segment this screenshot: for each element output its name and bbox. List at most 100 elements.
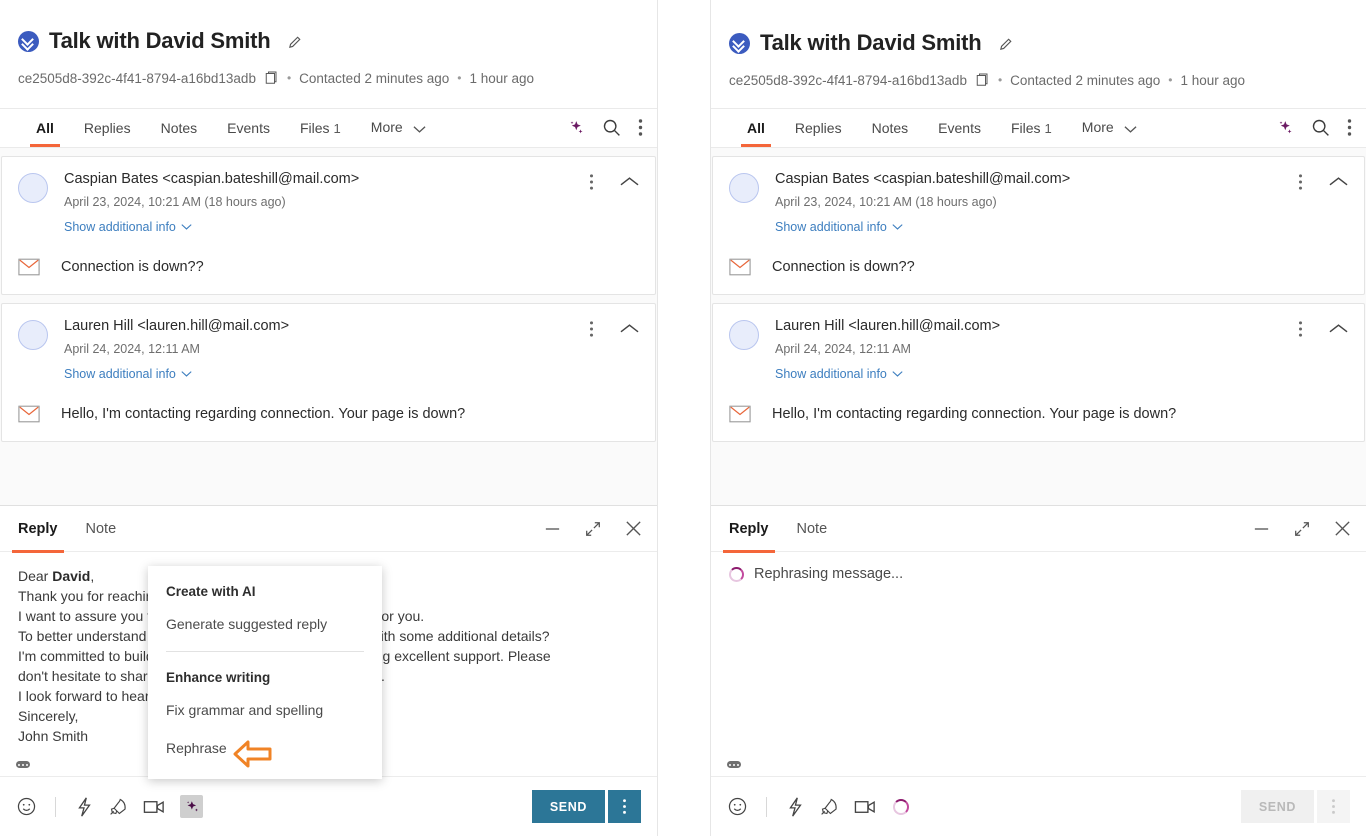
chevron-up-icon[interactable] [1329,176,1348,188]
show-additional-info-link[interactable]: Show additional info [775,367,903,381]
message-sender: Caspian Bates <caspian.bateshill@mail.co… [64,171,360,187]
resize-grip-handle[interactable] [16,761,30,768]
tab-files[interactable]: Files 1 [300,120,341,146]
tab-files[interactable]: Files 1 [1011,120,1052,146]
tab-notes[interactable]: Notes [872,120,909,146]
kebab-menu-icon[interactable] [1298,173,1303,191]
composer-tool-icons-left [16,795,203,818]
tab-files-badge: 1 [333,121,341,136]
tab-all[interactable]: All [30,120,60,147]
conversation-id: ce2505d8-392c-4f41-8794-a16bd13adb [729,72,967,88]
contacted-status: Contacted 2 minutes ago [1010,72,1161,88]
message-head: Caspian Bates <caspian.bateshill@mail.co… [48,171,589,236]
tab-all[interactable]: All [741,120,771,147]
ai-sparkle-icon[interactable] [1275,118,1294,137]
composer-tab-note[interactable]: Note [86,506,117,552]
show-additional-info-link[interactable]: Show additional info [64,220,192,234]
tab-notes[interactable]: Notes [161,120,198,146]
copy-icon[interactable] [975,72,990,88]
pencil-icon[interactable] [998,35,1015,52]
tab-events[interactable]: Events [227,120,270,146]
emoji-icon[interactable] [727,796,748,817]
chevron-up-icon[interactable] [620,323,639,335]
meta-separator-2: • [457,71,462,85]
tab-more[interactable]: More [1082,119,1137,146]
message-thread-right[interactable]: Caspian Bates <caspian.bateshill@mail.co… [711,148,1366,505]
close-icon[interactable] [1333,519,1352,538]
pencil-icon[interactable] [287,33,304,50]
message-sender: Caspian Bates <caspian.bateshill@mail.co… [775,171,1071,187]
double-chevron-down-icon [18,30,39,52]
message-text: Connection is down?? [772,259,915,275]
last-activity: 1 hour ago [1180,72,1246,88]
title-row: Talk with David Smith [729,30,1348,56]
message-text: Hello, I'm contacting regarding connecti… [61,406,466,422]
tab-replies[interactable]: Replies [795,120,842,146]
resize-grip-handle[interactable] [727,761,741,768]
video-camera-icon[interactable] [854,798,877,816]
chevron-down-icon [181,220,192,234]
message-head: Lauren Hill <lauren.hill@mail.com> April… [759,318,1298,383]
meta-separator-1: • [997,73,1003,87]
show-additional-info-link[interactable]: Show additional info [64,367,192,381]
message-card: Caspian Bates <caspian.bateshill@mail.co… [712,156,1365,295]
conversation-header-left: Talk with David Smith ce2505d8-392c-4f41… [0,0,657,86]
message-header: Caspian Bates <caspian.bateshill@mail.co… [18,171,639,236]
tabs-actions-right [1275,117,1352,140]
chevron-up-icon[interactable] [1329,323,1348,335]
tab-events-label: Events [227,120,270,136]
show-additional-info-link[interactable]: Show additional info [775,220,903,234]
emoji-icon[interactable] [16,796,37,817]
minimize-icon[interactable] [1252,522,1271,536]
rocket-icon[interactable] [108,796,129,817]
reply-draft-body-right[interactable]: Rephrasing message... [711,552,1366,776]
lightning-bolt-icon[interactable] [74,796,94,818]
kebab-menu-icon[interactable] [638,118,643,137]
composer-window-controls-left [543,519,643,538]
spinner-icon [729,566,744,582]
composer-tab-reply[interactable]: Reply [723,506,774,553]
video-camera-icon[interactable] [143,798,166,816]
ai-sparkle-icon[interactable] [566,118,585,137]
message-head: Lauren Hill <lauren.hill@mail.com> April… [48,318,589,383]
conversation-panel-right: Talk with David Smith ce2505d8-392c-4f41… [710,0,1366,836]
reply-composer-right: Reply Note Rephrasing message... SEND [711,505,1366,836]
message-date: April 24, 2024, 12:11 AM [775,342,911,356]
expand-icon[interactable] [1293,520,1311,538]
composer-tab-reply[interactable]: Reply [12,506,63,553]
ai-menu-section-enhance: Enhance writing [166,670,271,685]
message-date: April 24, 2024, 12:11 AM [64,342,200,356]
kebab-menu-icon[interactable] [1298,320,1303,338]
search-icon[interactable] [1310,117,1331,138]
close-icon[interactable] [624,519,643,538]
message-text: Hello, I'm contacting regarding connecti… [772,406,1177,422]
envelope-icon [729,258,755,276]
send-button[interactable]: SEND [531,790,605,823]
avatar [729,320,759,350]
conversation-meta-left: ce2505d8-392c-4f41-8794-a16bd13adb • Con… [18,70,639,86]
minimize-icon[interactable] [543,522,562,536]
chevron-up-icon[interactable] [620,176,639,188]
copy-icon[interactable] [264,70,279,86]
avatar [18,320,48,350]
ai-menu-item-fix-grammar-and-spelling[interactable]: Fix grammar and spelling [148,691,382,729]
chevron-down-icon [413,121,426,137]
composer-tab-note[interactable]: Note [797,506,828,552]
page-title: Talk with David Smith [49,28,271,53]
lightning-bolt-icon[interactable] [785,796,805,818]
tab-files-badge: 1 [1044,121,1052,136]
tab-replies[interactable]: Replies [84,120,131,146]
message-thread-left[interactable]: Caspian Bates <caspian.bateshill@mail.co… [0,148,657,505]
tab-more[interactable]: More [371,119,426,146]
envelope-icon [18,405,44,423]
kebab-menu-icon[interactable] [1347,118,1352,137]
search-icon[interactable] [601,117,622,138]
tab-events[interactable]: Events [938,120,981,146]
expand-icon[interactable] [584,520,602,538]
rocket-icon[interactable] [819,796,840,817]
kebab-menu-icon[interactable] [589,320,594,338]
send-options-button[interactable] [608,790,641,823]
kebab-menu-icon[interactable] [589,173,594,191]
ai-sparkle-icon[interactable] [180,795,203,818]
ai-menu-item-generate-suggested-reply[interactable]: Generate suggested reply [148,605,382,643]
